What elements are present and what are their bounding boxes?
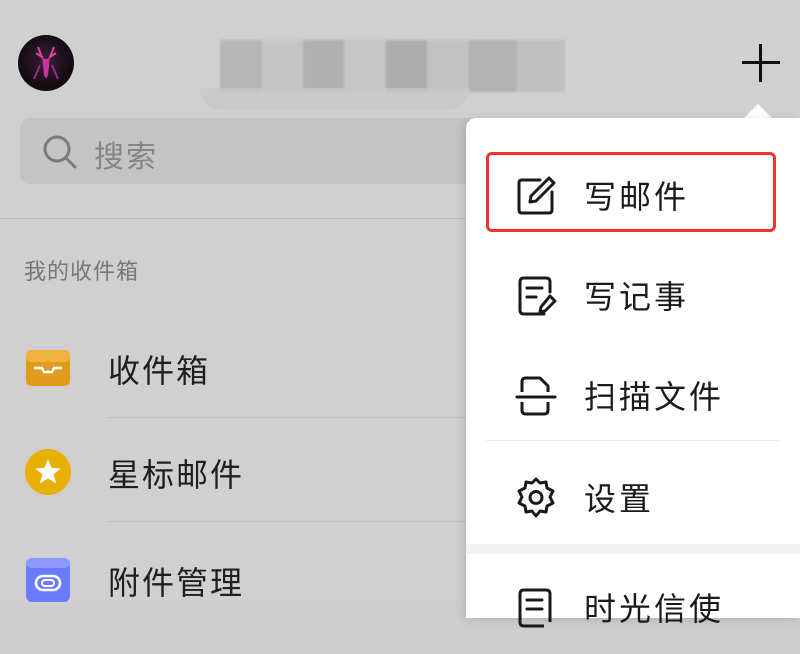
scan-icon (515, 376, 557, 416)
search-icon (43, 135, 77, 169)
menu-item-label: 写记事 (584, 278, 690, 316)
menu-group-separator (466, 544, 800, 554)
list-item-attachments[interactable]: 附件管理 (0, 526, 470, 626)
search-bar[interactable]: 搜索 (20, 118, 490, 184)
divider (0, 218, 470, 219)
menu-item-settings[interactable]: 设置 (466, 448, 800, 544)
divider (108, 417, 470, 418)
menu-item-time-messenger[interactable]: 时光信使 (466, 558, 800, 654)
star-icon (25, 449, 71, 495)
account-name-blurred (220, 40, 565, 92)
gear-icon (517, 477, 555, 518)
list-item-label: 星标邮件 (108, 456, 245, 494)
header-shade (200, 88, 470, 110)
list-item-starred[interactable]: 星标邮件 (0, 422, 470, 522)
list-item-label: 附件管理 (108, 564, 245, 602)
menu-item-label: 扫描文件 (584, 378, 725, 416)
document-icon (518, 588, 552, 628)
list-item-inbox[interactable]: 收件箱 (0, 318, 470, 418)
avatar[interactable] (18, 35, 74, 91)
divider (486, 440, 780, 441)
note-icon (518, 276, 557, 316)
add-plus-icon[interactable] (738, 40, 784, 86)
search-placeholder: 搜索 (94, 140, 158, 175)
inbox-tray-icon (26, 350, 70, 386)
list-item-label: 收件箱 (108, 352, 211, 390)
menu-item-scan[interactable]: 扫描文件 (466, 346, 800, 442)
deer-logo-icon (33, 46, 59, 80)
section-title: 我的收件箱 (24, 260, 140, 285)
divider (108, 521, 470, 522)
attachment-icon (26, 558, 70, 602)
menu-item-note[interactable]: 写记事 (466, 246, 800, 342)
menu-item-label: 时光信使 (584, 590, 725, 628)
highlight-box (486, 152, 776, 232)
menu-item-label: 设置 (584, 480, 655, 518)
